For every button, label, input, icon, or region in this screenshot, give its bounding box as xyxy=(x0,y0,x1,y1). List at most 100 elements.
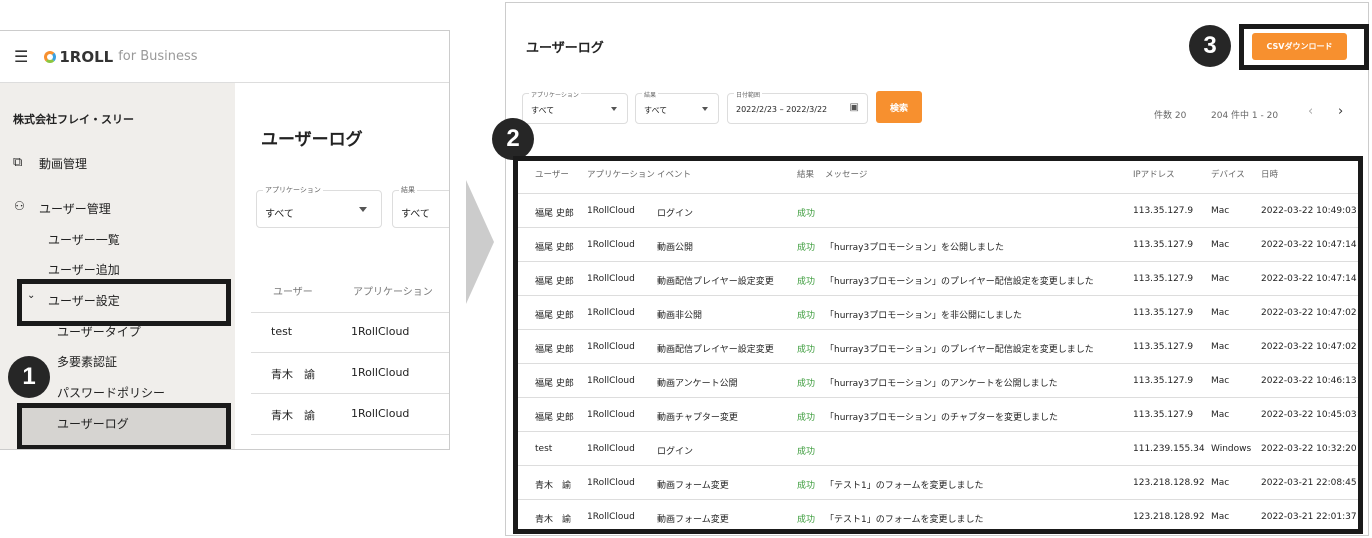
cell-result: 成功 xyxy=(797,345,816,355)
date-range-field[interactable]: 日付範囲 2022/2/23 – 2022/3/22 ▣ xyxy=(727,90,868,124)
step-badge-3: 3 xyxy=(1189,25,1231,67)
cell-datetime: 2022-03-22 10:46:13 xyxy=(1261,376,1357,386)
calendar-icon[interactable]: ▣ xyxy=(850,102,859,113)
brand-suffix: for Business xyxy=(118,49,198,64)
cell-application: 1RollCloud xyxy=(587,274,635,284)
rows-per-page[interactable]: 件数 20 xyxy=(1154,108,1186,121)
cell-device: Mac xyxy=(1211,478,1230,488)
cell-ip: 113.35.127.9 xyxy=(1133,308,1194,318)
result-filter[interactable]: 結果 すべて xyxy=(635,90,719,124)
left-screenshot-panel: ☰ 1ROLL for Business 株式会社フレイ・スリー ⧉ 動画管理 … xyxy=(0,30,450,450)
cell-ip: 113.35.127.9 xyxy=(1133,342,1194,352)
result-filter-value: すべて xyxy=(401,209,430,220)
left-main: ユーザーログ アプリケーション すべて 結果 すべて ユーザー アプリケーション… xyxy=(235,83,449,449)
cell-message: 「hurray3プロモーション」のプレイヤー配信設定を変更しました xyxy=(825,345,1094,355)
arrow-right-icon xyxy=(466,180,494,304)
sidebar-item-user-management[interactable]: ユーザー管理 xyxy=(39,200,111,217)
cell-device: Mac xyxy=(1211,206,1230,216)
column-header-device: デバイス xyxy=(1211,170,1245,180)
cell-device: Mac xyxy=(1211,410,1230,420)
application-filter-value: すべて xyxy=(265,209,294,220)
chevron-right-icon[interactable]: › xyxy=(1338,104,1343,119)
sidebar-item-password-policy[interactable]: パスワードポリシー xyxy=(57,384,165,401)
application-filter[interactable]: アプリケーション すべて xyxy=(522,90,628,124)
sidebar-item-video[interactable]: 動画管理 xyxy=(39,155,87,172)
table-row[interactable]: 福尾 史郎 1RollCloud 動画チャプター変更 成功 「hurray3プロモーショ… xyxy=(518,397,1358,431)
result-filter-value: すべて xyxy=(644,106,668,115)
cell-user: 青木 諭 xyxy=(535,481,572,491)
table-row[interactable]: 福尾 史郎 1RollCloud 動画配信プレイヤー設定変更 成功 「hurray3プロ… xyxy=(518,261,1358,295)
column-header-application: アプリケーション xyxy=(587,170,655,180)
column-header-event: イベント xyxy=(657,170,692,180)
cell-application: 1RollCloud xyxy=(587,206,635,216)
cell-datetime: 2022-03-22 10:32:20 xyxy=(1261,444,1357,454)
brand-name: 1ROLL xyxy=(59,47,114,66)
cell-ip: 111.239.155.34 xyxy=(1133,444,1205,454)
step-badge-1: 1 xyxy=(8,356,50,398)
cell-datetime: 2022-03-22 10:47:14 xyxy=(1261,240,1357,250)
cell-device: Mac xyxy=(1211,512,1230,522)
cell-datetime: 2022-03-22 10:49:03 xyxy=(1261,206,1357,216)
application-filter-value: すべて xyxy=(531,106,555,115)
cell-event: 動画フォーム変更 xyxy=(657,515,729,525)
logo-icon xyxy=(44,50,57,63)
cell-result: 成功 xyxy=(797,277,816,287)
cell-user: 福尾 史郎 xyxy=(535,243,574,253)
cell-device: Mac xyxy=(1211,342,1230,352)
cell-user: 福尾 史郎 xyxy=(535,209,574,219)
cell-application: 1RollCloud xyxy=(587,376,635,386)
cell-ip: 113.35.127.9 xyxy=(1133,274,1194,284)
cell-user: 福尾 史郎 xyxy=(535,379,574,389)
result-filter[interactable]: 結果 すべて xyxy=(392,185,449,228)
cell-device: Mac xyxy=(1211,308,1230,318)
column-header-ip: IPアドレス xyxy=(1133,170,1175,180)
hamburger-menu-icon[interactable]: ☰ xyxy=(14,47,28,66)
cell-application: 1RollCloud xyxy=(587,342,635,352)
table-row[interactable]: test 1RollCloud xyxy=(251,312,449,353)
table-row[interactable]: 青木 諭 1RollCloud xyxy=(251,353,449,394)
cell-result: 成功 xyxy=(797,481,816,491)
column-header-user: ユーザー xyxy=(535,170,569,180)
search-button[interactable]: 検索 xyxy=(876,91,922,123)
cell-message: 「hurray3プロモーション」を公開しました xyxy=(825,243,1005,253)
sidebar-item-user-add[interactable]: ユーザー追加 xyxy=(48,261,120,278)
cell-event: ログイン xyxy=(657,209,694,219)
table-row[interactable]: 福尾 史郎 1RollCloud 動画アンケート公開 成功 「hurray3プロモーショ… xyxy=(518,363,1358,397)
cell-event: 動画非公開 xyxy=(657,311,703,321)
column-header-application: アプリケーション xyxy=(353,287,433,298)
cell-ip: 113.35.127.9 xyxy=(1133,410,1194,420)
application-filter[interactable]: アプリケーション すべて xyxy=(256,185,382,228)
date-range-value: 2022/2/23 – 2022/3/22 xyxy=(736,105,828,114)
cell-event: 動画配信プレイヤー設定変更 xyxy=(657,277,774,287)
table-row[interactable]: 福尾 史郎 1RollCloud 動画公開 成功 「hurray3プロモーション」を公開… xyxy=(518,227,1358,261)
table-row[interactable]: 福尾 史郎 1RollCloud 動画非公開 成功 「hurray3プロモーション」を非… xyxy=(518,295,1358,329)
page-title: ユーザーログ xyxy=(261,130,363,150)
sidebar-item-user-log[interactable]: ユーザーログ xyxy=(57,415,129,432)
csv-download-button[interactable]: CSVダウンロード xyxy=(1252,33,1347,60)
caret-down-icon xyxy=(611,107,617,111)
sidebar-item-user-list[interactable]: ユーザー一覧 xyxy=(48,231,120,248)
cell-user: 青木 諭 xyxy=(271,368,315,381)
table-row[interactable]: 福尾 史郎 1RollCloud ログイン 成功 113.35.127.9 Mac 2022… xyxy=(518,193,1358,227)
application-filter-label: アプリケーション xyxy=(263,185,323,195)
cell-user: 福尾 史郎 xyxy=(535,311,574,321)
table-row[interactable]: 青木 諭 1RollCloud 動画フォーム変更 成功 「テスト1」のフォームを変更しま… xyxy=(518,499,1358,533)
cell-user: 青木 諭 xyxy=(271,409,315,422)
table-row[interactable]: 青木 諭 1RollCloud xyxy=(251,394,449,435)
cell-datetime: 2022-03-22 10:47:02 xyxy=(1261,308,1357,318)
chevron-left-icon[interactable]: ‹ xyxy=(1308,104,1313,119)
cell-result: 成功 xyxy=(797,515,816,525)
application-filter-label: アプリケーション xyxy=(529,90,581,99)
sidebar-item-user-settings[interactable]: ユーザー設定 xyxy=(48,292,120,309)
table-row[interactable]: 福尾 史郎 1RollCloud 動画配信プレイヤー設定変更 成功 「hurray3プロ… xyxy=(518,329,1358,363)
person-icon: ⚇ xyxy=(14,199,25,213)
table-row[interactable]: test 1RollCloud ログイン 成功 111.239.155.34 Window… xyxy=(518,431,1358,465)
cell-user: 福尾 史郎 xyxy=(535,345,574,355)
company-name: 株式会社フレイ・スリー xyxy=(13,113,134,126)
sidebar-item-user-type[interactable]: ユーザータイプ xyxy=(57,323,141,340)
table-row[interactable]: 青木 諭 1RollCloud 動画フォーム変更 成功 「テスト1」のフォームを変更しま… xyxy=(518,465,1358,499)
sidebar-item-mfa[interactable]: 多要素認証 xyxy=(57,353,117,370)
result-filter-label: 結果 xyxy=(399,185,417,195)
cell-event: 動画フォーム変更 xyxy=(657,481,729,491)
cell-message: 「テスト1」のフォームを変更しました xyxy=(825,481,984,491)
